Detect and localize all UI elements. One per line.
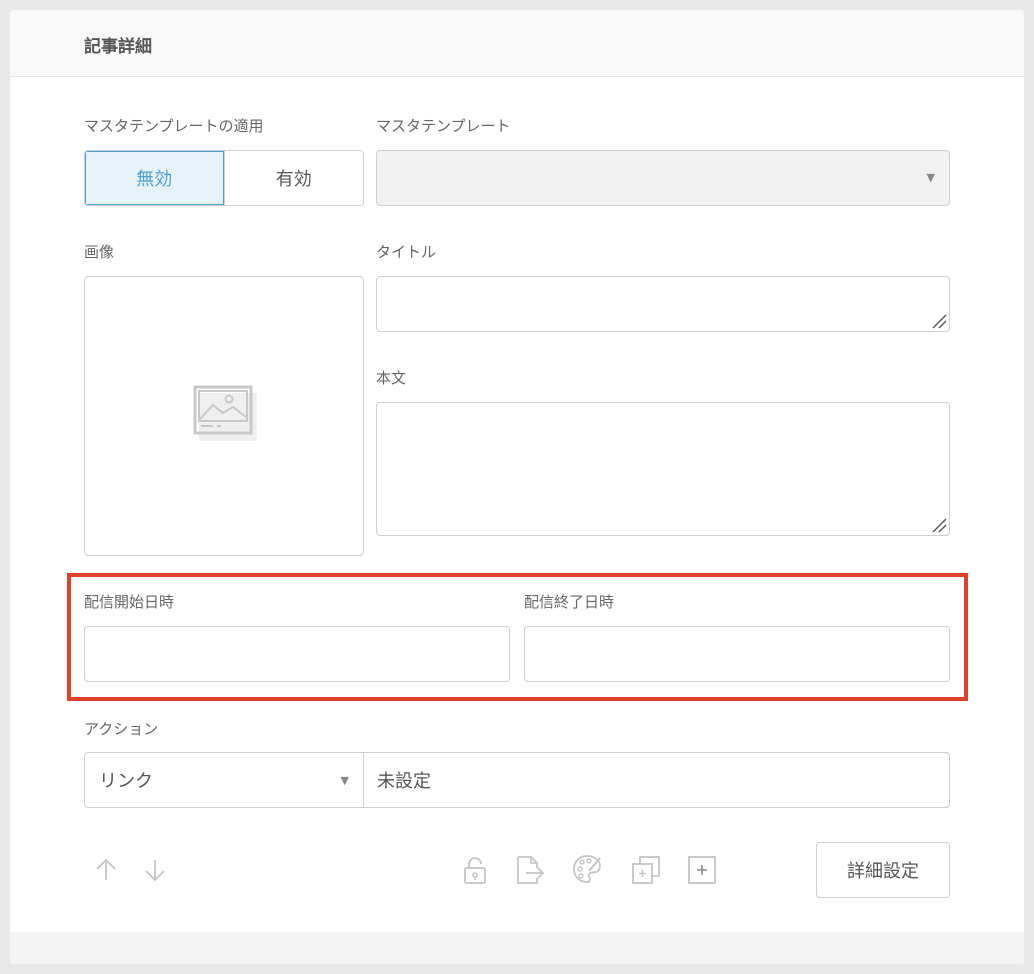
master-template-toggle: 無効 有効 (84, 150, 364, 206)
master-template-label: マスタテンプレート (376, 117, 511, 135)
title-label: タイトル (376, 243, 437, 261)
end-datetime-label: 配信終了日時 (524, 593, 615, 611)
action-label: アクション (84, 720, 159, 738)
article-detail-panel: 記事詳細 マスタテンプレートの適用 無効 有効 マスタテンプレート ▼ 画像 タ… (10, 10, 1024, 964)
action-type-select[interactable]: リンク ▼ (85, 753, 364, 807)
panel-footer (10, 932, 1024, 964)
action-value-field[interactable]: 未設定 (364, 753, 949, 807)
resize-grip-icon[interactable] (931, 517, 947, 533)
toggle-enabled-option[interactable]: 有効 (223, 151, 363, 205)
start-datetime-label: 配信開始日時 (84, 593, 175, 611)
detail-settings-button[interactable]: 詳細設定 (816, 842, 950, 898)
arrow-down-icon[interactable] (139, 854, 171, 886)
toggle-disabled-option[interactable]: 無効 (85, 151, 224, 205)
add-icon[interactable] (686, 854, 718, 886)
arrow-up-icon[interactable] (90, 854, 122, 886)
title-textarea[interactable] (376, 276, 950, 332)
panel-title: 記事詳細 (84, 37, 152, 57)
action-type-value: リンク (99, 771, 153, 792)
end-datetime-input[interactable] (524, 626, 950, 682)
duplicate-icon[interactable] (630, 854, 662, 886)
image-upload-box[interactable] (84, 276, 364, 556)
resize-grip-icon[interactable] (931, 313, 947, 329)
caret-down-icon: ▼ (926, 171, 935, 184)
body-label: 本文 (376, 369, 407, 387)
caret-down-icon: ▼ (340, 774, 349, 787)
body-textarea[interactable] (376, 402, 950, 536)
action-group: リンク ▼ 未設定 (84, 752, 950, 808)
start-datetime-input[interactable] (84, 626, 510, 682)
export-icon[interactable] (514, 854, 546, 886)
master-template-select[interactable]: ▼ (376, 150, 950, 206)
palette-icon[interactable] (571, 853, 603, 885)
master-template-apply-label: マスタテンプレートの適用 (84, 117, 264, 135)
panel-header: 記事詳細 (10, 10, 1024, 77)
image-placeholder-icon (193, 385, 257, 441)
image-label: 画像 (84, 243, 115, 261)
lock-icon[interactable] (459, 854, 491, 886)
